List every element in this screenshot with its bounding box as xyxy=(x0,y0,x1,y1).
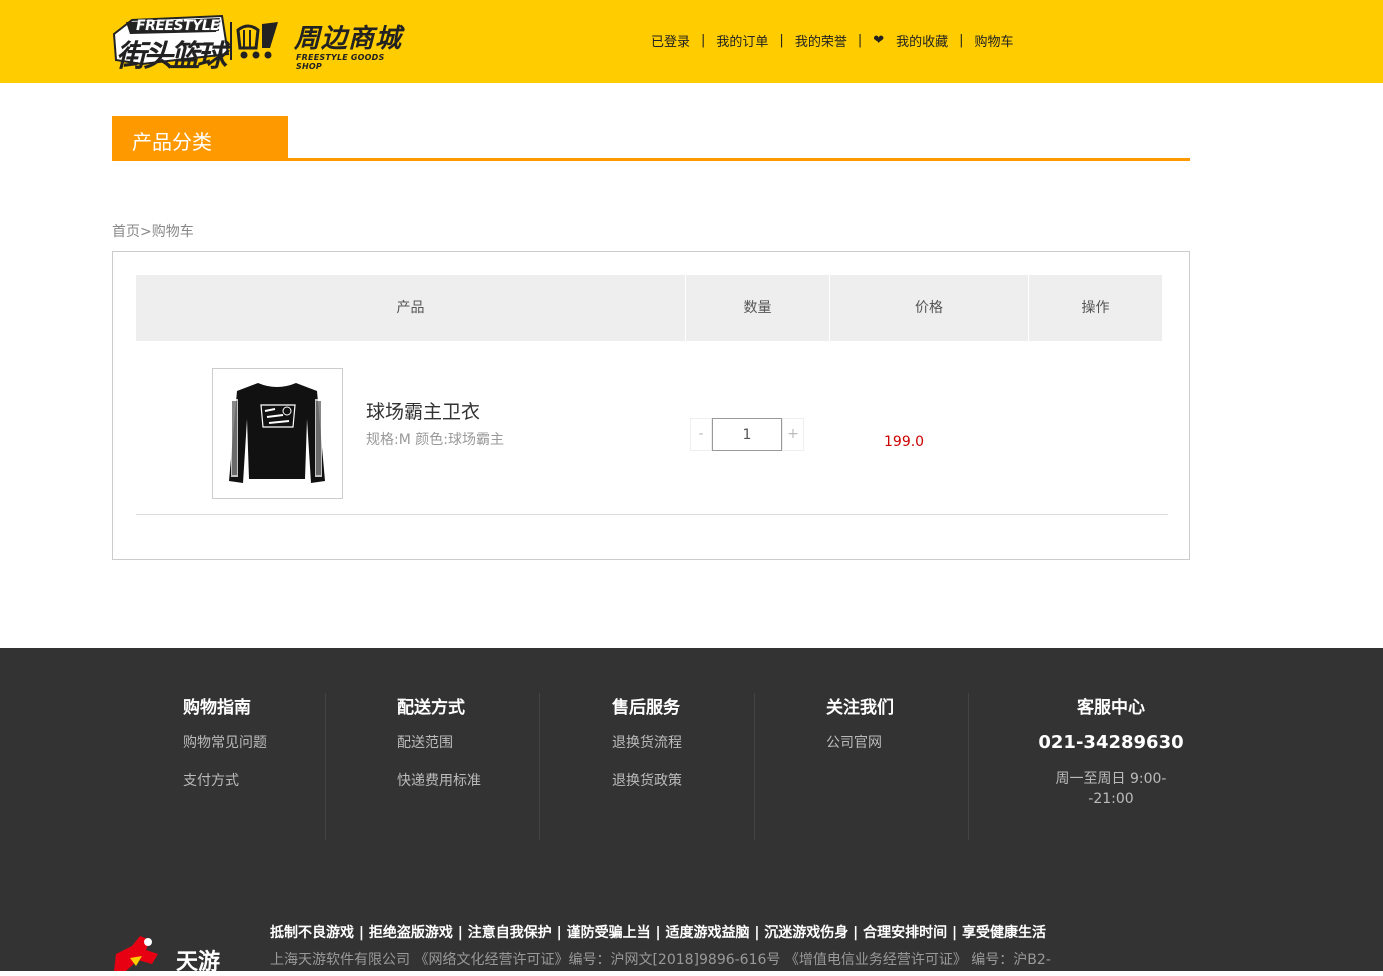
top-nav: 已登录 | 我的订单 | 我的荣誉 | ❤ 我的收藏 | 购物车 xyxy=(651,31,1014,50)
footer-divider xyxy=(325,693,326,840)
footer-customer-service: 客服中心 021-34289630 周一至周日 9:00--21:00 xyxy=(1036,693,1186,840)
site-logo[interactable]: FREESTYLE 街头篮球 周边商城 FREESTYLE GOODS SHOP xyxy=(112,14,412,74)
footer-column-delivery: 配送方式 配送范围 快递费用标准 xyxy=(397,693,481,840)
nav-my-orders[interactable]: 我的订单 xyxy=(716,31,768,50)
license-info: 上海天游软件有限公司 《网络文化经营许可证》编号：沪网文[2018]9896-6… xyxy=(270,952,1051,968)
logo-shop-title: 周边商城 xyxy=(294,24,403,54)
footer-link[interactable]: 退换货流程 xyxy=(612,732,682,752)
footer-link[interactable]: 快递费用标准 xyxy=(397,770,481,790)
footer-column-title: 客服中心 xyxy=(1077,698,1145,718)
footer-link[interactable]: 配送范围 xyxy=(397,732,481,752)
logo-shop-subtitle: FREESTYLE GOODS SHOP xyxy=(296,53,385,71)
column-header-operation: 操作 xyxy=(1081,300,1110,316)
quantity-increase-button[interactable]: + xyxy=(782,418,804,451)
product-spec: 规格:M 颜色:球场霸主 xyxy=(366,432,504,448)
column-header-price: 价格 xyxy=(830,275,1029,341)
cart-panel: 产品 数量 价格 操作 球场霸主卫衣 规格:M 颜色:球场霸主 - + 199.… xyxy=(112,251,1190,560)
nav-my-honors[interactable]: 我的荣誉 xyxy=(795,31,847,50)
cart-item-row: 球场霸主卫衣 规格:M 颜色:球场霸主 - + 199.0 xyxy=(136,341,1168,515)
nav-separator: | xyxy=(701,32,706,48)
footer-column-title: 售后服务 xyxy=(612,698,680,718)
column-header-product: 产品 xyxy=(136,275,686,341)
nav-separator: | xyxy=(857,32,863,48)
category-tab[interactable]: 产品分类 xyxy=(112,116,288,161)
product-name[interactable]: 球场霸主卫衣 xyxy=(366,397,480,424)
black-longsleeve-shirt-icon xyxy=(229,383,325,483)
quantity-decrease-button[interactable]: - xyxy=(690,418,712,451)
logo-badge-main-text: 街头篮球 xyxy=(116,39,227,74)
nav-separator: | xyxy=(959,32,964,48)
breadcrumb: 首页>购物车 xyxy=(112,221,194,241)
tianyou-mascot-icon xyxy=(114,936,158,971)
healthy-gaming-notice: 抵制不良游戏 | 拒绝盗版游戏 | 注意自我保护 | 谨防受骗上当 | 适度游戏… xyxy=(270,925,1047,941)
service-hours: 周一至周日 9:00--21:00 xyxy=(1055,771,1167,807)
breadcrumb-current: 购物车 xyxy=(151,224,194,240)
site-footer: 购物指南 购物常见问题 支付方式 配送方式 配送范围 快递费用标准 售后服务 退… xyxy=(0,648,1383,975)
site-header: FREESTYLE 街头篮球 周边商城 FREESTYLE GOODS SHOP… xyxy=(0,0,1383,83)
footer-divider xyxy=(539,693,540,840)
footer-divider xyxy=(754,693,755,840)
footer-link[interactable]: 退换货政策 xyxy=(612,770,682,790)
footer-column-title: 配送方式 xyxy=(397,698,465,718)
nav-cart[interactable]: 购物车 xyxy=(975,31,1014,50)
tianyou-logo[interactable]: 天游 xyxy=(112,934,242,975)
footer-link[interactable]: 购物常见问题 xyxy=(183,732,267,752)
quantity-input[interactable] xyxy=(712,418,782,451)
footer-column-after-sales: 售后服务 退换货流程 退换货政策 xyxy=(612,693,682,840)
footer-column-shopping-guide: 购物指南 购物常见问题 支付方式 xyxy=(183,693,267,840)
nav-separator: | xyxy=(779,32,784,48)
column-header-quantity: 数量 xyxy=(686,275,830,341)
quantity-stepper: - + xyxy=(690,418,804,451)
product-price: 199.0 xyxy=(884,434,925,450)
breadcrumb-home[interactable]: 首页 xyxy=(112,224,140,240)
footer-link[interactable]: 支付方式 xyxy=(183,770,267,790)
heart-icon: ❤ xyxy=(873,32,885,48)
service-phone: 021-34289630 xyxy=(1038,732,1184,753)
breadcrumb-arrow: > xyxy=(140,224,152,240)
footer-column-title: 购物指南 xyxy=(183,698,251,718)
nav-logged-in[interactable]: 已登录 xyxy=(651,31,690,50)
nav-my-favorites[interactable]: 我的收藏 xyxy=(896,31,948,50)
basketball-shop-icon xyxy=(236,22,278,59)
product-image[interactable] xyxy=(212,368,343,499)
logo-divider xyxy=(230,22,232,60)
tianyou-logo-text: 天游 xyxy=(176,950,221,975)
cart-table-header: 产品 数量 价格 操作 xyxy=(136,275,1162,341)
footer-column-title: 关注我们 xyxy=(826,698,894,718)
footer-link[interactable]: 公司官网 xyxy=(826,732,894,752)
footer-divider xyxy=(968,693,969,840)
footer-column-follow-us: 关注我们 公司官网 xyxy=(826,693,894,840)
